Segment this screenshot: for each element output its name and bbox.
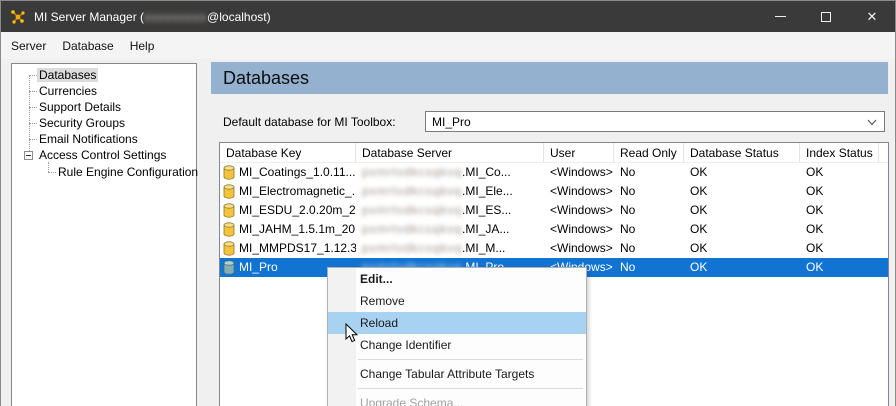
database-icon: [223, 241, 235, 256]
database-icon: [223, 203, 235, 218]
table-row[interactable]: MI_ESDU_2.0.20m_2... pxmrtvdkcsqkvq.MI_E…: [220, 201, 888, 220]
database-icon: [223, 222, 235, 237]
redacted-server-name: pxmrtvdkcsqkvq: [362, 203, 463, 217]
titlebar: MI Server Manager (xxxxxxxxx@localhost) …: [1, 1, 895, 32]
sidebar-item-email-notifications[interactable]: Email Notifications: [37, 131, 140, 147]
table-row[interactable]: MI_Electromagnetic_... pxmrtvdkcsqkvq.MI…: [220, 182, 888, 201]
tree-connector-stub: [48, 172, 56, 173]
maximize-button[interactable]: [803, 1, 849, 32]
table-header-row: Database Key Database Server User Read O…: [220, 143, 888, 163]
column-header-database-status[interactable]: Database Status: [684, 143, 800, 162]
tree-connector-stub: [29, 139, 37, 140]
window-title: MI Server Manager (xxxxxxxxx@localhost): [34, 9, 271, 24]
table-row[interactable]: MI_MMPDS17_1.12.3... pxmrtvdkcsqkvq.MI_M…: [220, 239, 888, 258]
column-header-index-status[interactable]: Index Status: [800, 143, 879, 162]
tree-connector-line-child: [48, 162, 49, 172]
column-header-read-only[interactable]: Read Only: [614, 143, 684, 162]
default-database-dropdown[interactable]: MI_Pro: [425, 111, 885, 132]
redacted-server-name: pxmrtvdkcsqkvq: [362, 184, 463, 198]
default-database-label: Default database for MI Toolbox:: [223, 115, 396, 129]
mouse-cursor: [345, 323, 359, 343]
menu-server[interactable]: Server: [3, 35, 54, 57]
menu-help[interactable]: Help: [122, 35, 163, 57]
context-menu-remove[interactable]: Remove: [328, 290, 586, 312]
navigation-tree: Databases Currencies Support Details Sec…: [11, 63, 200, 406]
menu-separator: [358, 359, 583, 360]
sidebar-item-support-details[interactable]: Support Details: [37, 99, 123, 115]
context-menu-reload[interactable]: Reload: [328, 312, 586, 334]
tree-connector-stub: [29, 75, 37, 76]
app-window: MI Server Manager (xxxxxxxxx@localhost) …: [0, 0, 896, 406]
menu-database[interactable]: Database: [54, 35, 121, 57]
chevron-down-icon: [867, 119, 877, 126]
close-icon: ✕: [866, 8, 878, 24]
sidebar-item-security-groups[interactable]: Security Groups: [37, 115, 127, 131]
sidebar-item-access-control-settings[interactable]: Access Control Settings: [37, 147, 168, 163]
maximize-icon: [821, 11, 831, 22]
redacted-server-name: pxmrtvdkcsqkvq: [362, 241, 463, 255]
column-header-user[interactable]: User: [544, 143, 614, 162]
tree-connector-stub: [29, 107, 37, 108]
context-menu: Edit... Remove Reload Change Identifier …: [327, 267, 587, 406]
default-database-value: MI_Pro: [432, 114, 471, 129]
context-menu-change-identifier[interactable]: Change Identifier: [328, 334, 586, 356]
table-row[interactable]: MI_JAHM_1.5.1m_20... pxmrtvdkcsqkvq.MI_J…: [220, 220, 888, 239]
tree-connector-stub: [29, 91, 37, 92]
redacted-username: xxxxxxxxx: [144, 9, 208, 24]
database-icon: [223, 184, 235, 199]
context-menu-edit[interactable]: Edit...: [328, 268, 586, 290]
menubar: Server Database Help: [1, 32, 895, 59]
window-controls: ✕: [757, 1, 895, 32]
minimize-button[interactable]: [757, 1, 803, 32]
tree-connector-stub: [29, 123, 37, 124]
page-title: Databases: [223, 67, 310, 88]
menu-separator: [358, 388, 583, 389]
column-header-database-server[interactable]: Database Server: [356, 143, 544, 162]
database-icon-selected: [223, 260, 235, 275]
minimize-icon: [774, 16, 786, 17]
page-header: Databases: [211, 62, 888, 94]
tree-connector-line: [29, 75, 30, 155]
context-menu-upgrade-schema: Upgrade Schema...: [360, 396, 464, 406]
sidebar-item-rule-engine-configuration[interactable]: Rule Engine Configuration: [56, 164, 200, 180]
table-row[interactable]: MI_Coatings_1.0.11... pxmrtvdkcsqkvq.MI_…: [220, 163, 888, 182]
database-icon: [223, 165, 235, 180]
redacted-server-name: pxmrtvdkcsqkvq: [362, 222, 463, 236]
sidebar-item-databases[interactable]: Databases: [37, 67, 99, 83]
collapse-toggle-icon[interactable]: [24, 151, 33, 160]
redacted-server-name: pxmrtvdkcsqkvq: [362, 165, 463, 179]
app-logo-icon: [11, 9, 25, 24]
sidebar-item-currencies[interactable]: Currencies: [37, 83, 99, 99]
close-button[interactable]: ✕: [849, 1, 895, 32]
context-menu-change-tabular-attribute-targets[interactable]: Change Tabular Attribute Targets: [328, 363, 586, 385]
column-header-database-key[interactable]: Database Key: [220, 143, 356, 162]
